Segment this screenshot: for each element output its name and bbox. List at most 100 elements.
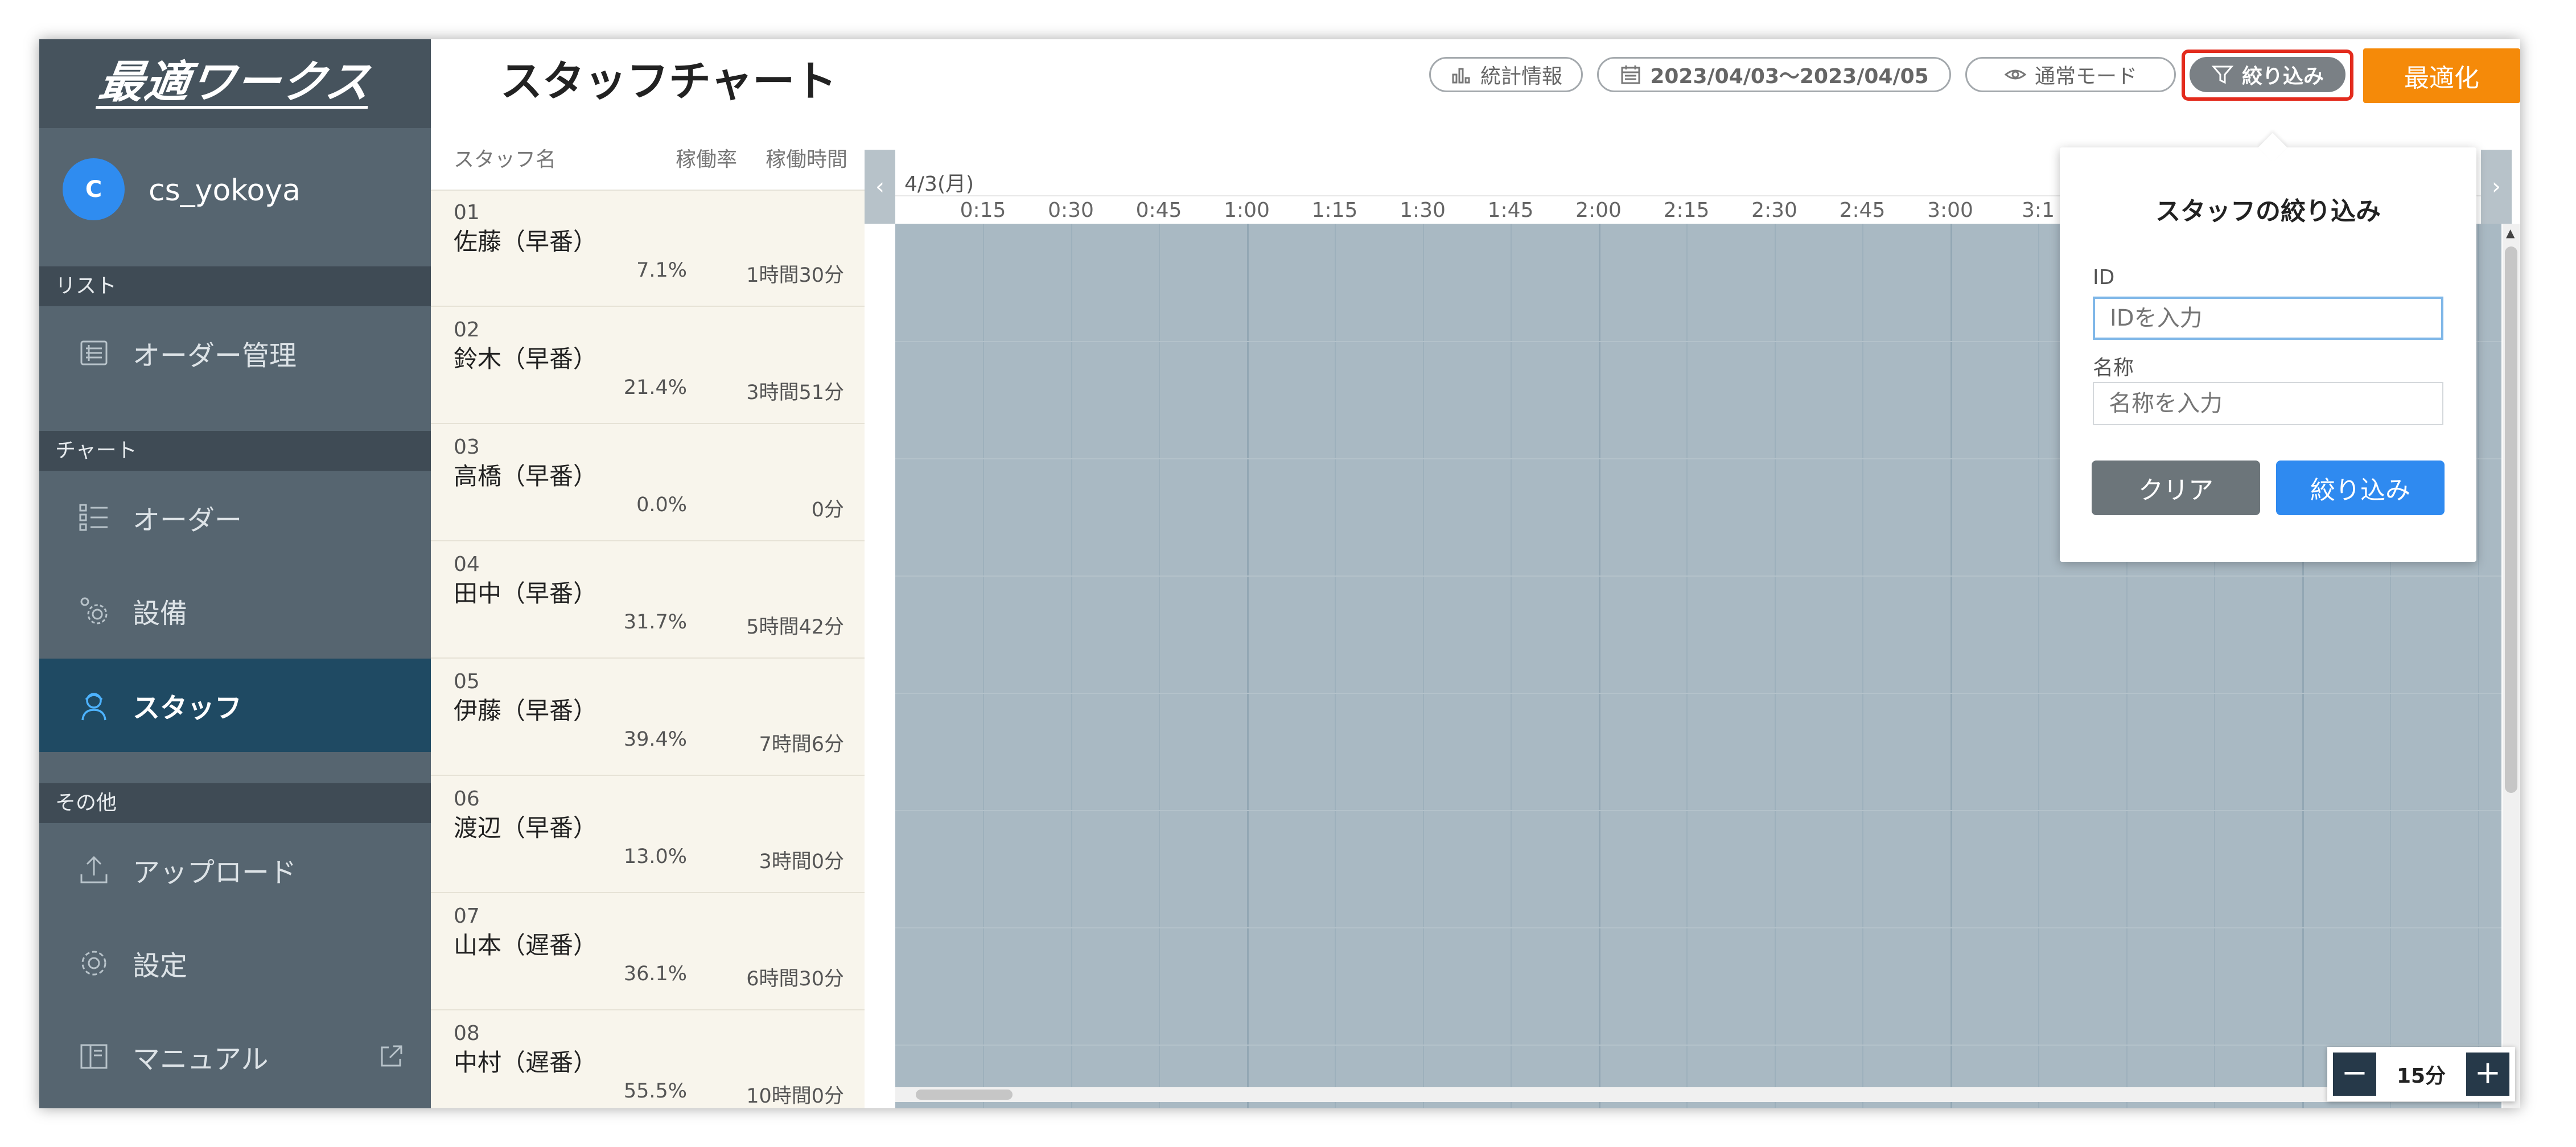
sidebar-item-equipment[interactable]: 設備 <box>39 564 431 657</box>
date-range-label: 2023/04/03〜2023/04/05 <box>1650 65 1929 88</box>
time-tick-label: 2:15 <box>1663 199 1710 222</box>
stats-button[interactable]: 統計情報 <box>1429 57 1583 92</box>
sidebar-item-settings[interactable]: 設定 <box>39 916 431 1010</box>
grid-vertical-line <box>1774 224 1776 1108</box>
zoom-out-button[interactable]: − <box>2333 1053 2376 1096</box>
staff-rate: 13.0% <box>623 845 687 868</box>
sidebar-item-label: 設定 <box>133 950 188 982</box>
staff-rate: 21.4% <box>623 376 687 399</box>
header-rate[interactable]: 稼働率 <box>676 143 737 172</box>
staff-rate: 7.1% <box>636 259 687 282</box>
filter-button[interactable]: 絞り込み <box>2190 57 2345 92</box>
sidebar-item-order[interactable]: オーダー <box>39 471 431 564</box>
time-tick-label: 1:45 <box>1487 199 1534 222</box>
staff-rate: 55.5% <box>623 1080 687 1103</box>
staff-name: 中村（遅番） <box>454 1049 598 1076</box>
clear-button[interactable]: クリア <box>2092 461 2260 515</box>
staff-row[interactable]: 08 中村（遅番） 55.5% 10時間0分 <box>431 1010 865 1108</box>
grid-horizontal-line <box>895 927 2501 928</box>
vertical-scrollbar[interactable]: ▲ ▼ <box>2503 224 2520 1108</box>
staff-id: 01 <box>454 201 480 224</box>
header-staff-name[interactable]: スタッフ名 <box>454 143 556 172</box>
staff-name: 佐藤（早番） <box>454 228 598 256</box>
book-icon <box>80 1044 108 1069</box>
scroll-down-icon[interactable]: ▼ <box>2506 1106 2515 1108</box>
grid-vertical-line <box>983 224 984 1108</box>
horizontal-scrollbar[interactable] <box>895 1087 2501 1102</box>
staff-row[interactable]: 04 田中（早番） 31.7% 5時間42分 <box>431 541 865 659</box>
staff-name: 伊藤（早番） <box>454 697 598 725</box>
staff-row[interactable]: 01 佐藤（早番） 7.1% 1時間30分 <box>431 190 865 307</box>
staff-row[interactable]: 02 鈴木（早番） 21.4% 3時間51分 <box>431 307 865 424</box>
list-icon <box>80 340 108 365</box>
order-icon <box>79 504 108 531</box>
staff-id: 07 <box>454 905 480 928</box>
timeline-prev-button[interactable]: ‹ <box>865 150 895 224</box>
staff-row[interactable]: 05 伊藤（早番） 39.4% 7時間6分 <box>431 659 865 776</box>
grid-vertical-line <box>2038 224 2039 1108</box>
zoom-in-button[interactable]: + <box>2466 1053 2509 1096</box>
staff-hours: 7時間6分 <box>759 733 844 756</box>
settings-gear-icon <box>81 951 106 976</box>
staff-name: 渡辺（早番） <box>454 814 598 842</box>
grid-vertical-line <box>1159 224 1160 1108</box>
app-window: 最適ワークス C cs_yokoya リスト オーダー管理 チャート オーダー … <box>39 39 2520 1108</box>
staff-row[interactable]: 07 山本（遅番） 36.1% 6時間30分 <box>431 893 865 1010</box>
staff-name: 鈴木（早番） <box>454 345 598 373</box>
staff-name: 山本（遅番） <box>454 931 598 959</box>
time-tick-label: 2:45 <box>1839 199 1886 222</box>
zoom-control: − 15分 + <box>2327 1047 2515 1101</box>
apply-filter-button[interactable]: 絞り込み <box>2276 461 2445 515</box>
sidebar: 最適ワークス C cs_yokoya リスト オーダー管理 チャート オーダー … <box>39 39 431 1108</box>
sidebar-item-label: マニュアル <box>133 1043 269 1075</box>
mode-toggle-button[interactable]: 通常モード <box>1965 57 2176 92</box>
horizontal-scroll-thumb[interactable] <box>916 1090 1013 1100</box>
grid-vertical-line <box>1246 224 1249 1108</box>
vertical-scroll-thumb[interactable] <box>2505 246 2517 793</box>
sidebar-item-order-management[interactable]: オーダー管理 <box>39 306 431 400</box>
staff-rate: 31.7% <box>623 611 687 634</box>
name-input[interactable] <box>2093 382 2443 425</box>
sidebar-item-upload[interactable]: アップロード <box>39 823 431 916</box>
staff-hours: 3時間51分 <box>746 381 844 404</box>
staff-hours: 6時間30分 <box>746 968 844 990</box>
sidebar-item-staff[interactable]: スタッフ <box>39 659 431 752</box>
staff-rate: 0.0% <box>636 494 687 516</box>
staff-row[interactable]: 03 高橋（早番） 0.0% 0分 <box>431 424 865 541</box>
id-input[interactable] <box>2093 297 2443 340</box>
header-hours[interactable]: 稼働時間 <box>766 143 847 172</box>
grid-horizontal-line <box>895 575 2501 577</box>
staff-id: 08 <box>454 1022 480 1045</box>
avatar: C <box>63 158 125 220</box>
sidebar-item-label: アップロード <box>133 857 297 889</box>
staff-name: 高橋（早番） <box>454 462 598 490</box>
grid-vertical-line <box>1862 224 1863 1108</box>
staff-id: 03 <box>454 435 480 459</box>
sidebar-item-manual[interactable]: マニュアル <box>39 1010 431 1103</box>
grid-horizontal-line <box>895 810 2501 811</box>
app-logo[interactable]: 最適ワークス <box>96 57 375 109</box>
staff-table-header: スタッフ名 稼働率 稼働時間 <box>431 112 865 191</box>
staff-table: スタッフ名 稼働率 稼働時間 01 佐藤（早番） 7.1% 1時間30分 02 鈴木（早番… <box>431 112 865 1108</box>
grid-vertical-line <box>2478 224 2479 1108</box>
filter-label: 絞り込み <box>2241 65 2324 88</box>
staff-id: 02 <box>454 318 480 342</box>
popover-title: スタッフの絞り込み <box>2155 197 2381 226</box>
scroll-up-icon[interactable]: ▲ <box>2506 226 2515 240</box>
grid-vertical-line <box>1335 224 1336 1108</box>
timeline-next-button[interactable]: › <box>2481 150 2512 224</box>
page-title: スタッフチャート <box>500 57 837 106</box>
grid-vertical-line <box>1950 224 1952 1108</box>
time-tick-label: 0:45 <box>1135 199 1182 222</box>
timeline-date: 4/3(月) <box>904 172 974 196</box>
user-profile[interactable]: C cs_yokoya <box>39 128 431 266</box>
staff-icon <box>81 693 106 721</box>
staff-hours: 0分 <box>811 499 844 521</box>
date-range-button[interactable]: 2023/04/03〜2023/04/05 <box>1597 57 1951 92</box>
staff-row[interactable]: 06 渡辺（早番） 13.0% 3時間0分 <box>431 776 865 893</box>
time-tick-label: 3:1 <box>2022 199 2055 222</box>
staff-name: 田中（早番） <box>454 579 598 607</box>
optimize-button[interactable]: 最適化 <box>2363 48 2520 103</box>
staff-id: 05 <box>454 670 480 693</box>
name-label: 名称 <box>2093 356 2134 380</box>
